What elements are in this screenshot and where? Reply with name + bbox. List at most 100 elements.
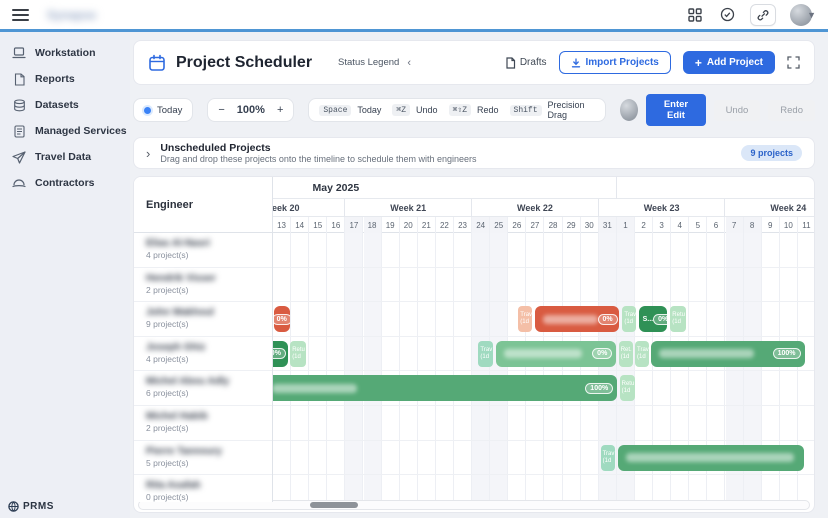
project-bar[interactable]: 100%: [273, 375, 617, 401]
travel-tag[interactable]: Retu(1d: [670, 306, 686, 332]
month-row: May 2025: [273, 177, 814, 199]
day-cell: 31: [599, 217, 617, 233]
project-bar[interactable]: [618, 445, 804, 471]
tag-line2: (1d: [603, 458, 616, 465]
day-number: 21: [422, 221, 431, 230]
engineer-row: Michel Habib2 project(s): [134, 406, 272, 441]
project-bar[interactable]: S...0%: [639, 306, 667, 332]
sidebar-item-reports[interactable]: Reports: [0, 66, 130, 92]
sidebar-item-datasets[interactable]: Datasets: [0, 92, 130, 118]
check-circle-icon[interactable]: [718, 6, 736, 24]
unscheduled-count-badge[interactable]: 9 projects: [741, 145, 802, 161]
enter-edit-button[interactable]: Enter Edit: [646, 94, 705, 126]
travel-tag[interactable]: Trav(1d: [518, 306, 532, 332]
week-cell: Week 22: [472, 199, 599, 217]
unscheduled-projects-banner[interactable]: › Unscheduled Projects Drag and drop the…: [133, 137, 815, 169]
month-cell: [617, 177, 814, 199]
engineer-name: Pierre Tannoury: [146, 446, 272, 458]
day-number: 10: [784, 221, 793, 230]
project-bar[interactable]: 0%: [273, 341, 288, 367]
sidebar-item-managed-services[interactable]: Managed Services: [0, 118, 130, 144]
day-cell: 7: [726, 217, 744, 233]
chevron-left-icon[interactable]: ‹: [407, 57, 411, 69]
editor-avatar[interactable]: [620, 99, 638, 121]
today-label: Today: [157, 105, 182, 116]
tag-line1: Trav: [520, 312, 532, 319]
sidebar-item-workstation[interactable]: Workstation: [0, 40, 130, 66]
undo-button[interactable]: Undo: [714, 100, 761, 121]
tag-line2: (1d: [672, 319, 686, 326]
travel-tag[interactable]: Trav(1d: [478, 341, 493, 367]
travel-tag[interactable]: Retu(1d: [290, 341, 306, 367]
shortcut-legend: SpaceToday⌘ZUndo⌘⇧ZRedoShiftPrecision Dr…: [308, 98, 606, 122]
link-icon[interactable]: [750, 4, 776, 26]
day-number: 9: [768, 221, 772, 230]
day-number: 24: [476, 221, 485, 230]
week-label: Week 22: [517, 203, 553, 213]
sidebar-item-travel-data[interactable]: Travel Data: [0, 144, 130, 170]
chevron-down-icon[interactable]: ▼: [807, 10, 816, 20]
progress-badge: 0%: [592, 348, 612, 359]
drafts-button[interactable]: Drafts: [505, 57, 547, 69]
day-cell: 3: [653, 217, 671, 233]
zoom-in-button[interactable]: +: [277, 104, 283, 116]
tag-line1: Retu: [622, 381, 636, 388]
day-cell: 27: [526, 217, 544, 233]
apps-icon[interactable]: [686, 6, 704, 24]
week-label: Week 23: [644, 203, 680, 213]
engineer-row: Michel Abou Adly6 project(s): [134, 371, 272, 406]
scheduler-toolbar: Today − 100% + SpaceToday⌘ZUndo⌘⇧ZRedoSh…: [133, 98, 815, 122]
travel-tag[interactable]: Trav(1d: [622, 306, 636, 332]
chevron-right-icon[interactable]: ›: [146, 146, 150, 161]
project-bar[interactable]: 0%: [496, 341, 617, 367]
gantt-header: May 2025 Week 20Week 21Week 22Week 23Wee…: [134, 177, 814, 233]
project-name-blurred: [659, 349, 754, 358]
sidebar-item-contractors[interactable]: Contractors: [0, 170, 130, 196]
laptop-icon: [12, 46, 26, 60]
day-number: 1: [623, 221, 627, 230]
progress-badge: 0%: [273, 348, 286, 359]
redo-button[interactable]: Redo: [768, 100, 815, 121]
day-number: 23: [458, 221, 467, 230]
day-number: 19: [386, 221, 395, 230]
day-cell: 19: [382, 217, 400, 233]
fullscreen-icon[interactable]: [787, 56, 800, 69]
travel-tag[interactable]: Trav(1d: [601, 445, 616, 471]
main-content: Project Scheduler Status Legend ‹ Drafts…: [130, 32, 828, 518]
day-number: 15: [313, 221, 322, 230]
zoom-out-button[interactable]: −: [218, 104, 224, 116]
database-icon: [12, 98, 26, 112]
gantt-body: 0%Trav(1d0%Trav(1dS...0%Retu(1d0%Retu(1d…: [134, 233, 814, 502]
scrollbar-thumb[interactable]: [310, 502, 358, 508]
engineer-row: Joseph Ghiz4 project(s): [134, 337, 272, 372]
week-cell: Week 21: [345, 199, 472, 217]
hamburger-menu-icon[interactable]: [12, 9, 29, 21]
timeline-row: [273, 475, 814, 502]
today-button[interactable]: Today: [133, 98, 193, 122]
sidebar-footer: PRMS: [8, 501, 54, 512]
import-projects-button[interactable]: Import Projects: [559, 51, 671, 74]
tag-line1: Ret.: [621, 347, 633, 354]
sidebar-item-label: Reports: [35, 73, 75, 85]
project-bar[interactable]: 0%: [535, 306, 619, 332]
status-legend-label[interactable]: Status Legend: [338, 57, 399, 68]
zoom-control: − 100% +: [207, 98, 294, 122]
shortcut-label: Precision Drag: [548, 100, 591, 120]
shortcut-key: Shift: [510, 105, 542, 116]
shortcut-key: ⌘⇧Z: [449, 104, 471, 116]
engineer-project-count: 4 project(s): [146, 354, 272, 365]
travel-tag[interactable]: Retu(1d: [620, 375, 636, 401]
day-number: 13: [277, 221, 286, 230]
project-bar[interactable]: 0%: [274, 306, 290, 332]
sidebar-item-label: Workstation: [35, 47, 95, 59]
project-bar[interactable]: 100%: [651, 341, 804, 367]
day-cell: 24: [472, 217, 490, 233]
sidebar-item-label: Travel Data: [35, 151, 91, 163]
day-cell: 5: [689, 217, 707, 233]
travel-tag[interactable]: Ret.(1d: [619, 341, 633, 367]
travel-tag[interactable]: Trav(1d: [635, 341, 649, 367]
add-project-button[interactable]: + Add Project: [683, 51, 775, 74]
services-icon: [12, 124, 26, 138]
progress-badge: 0%: [598, 314, 618, 325]
project-name-blurred: [626, 453, 794, 462]
